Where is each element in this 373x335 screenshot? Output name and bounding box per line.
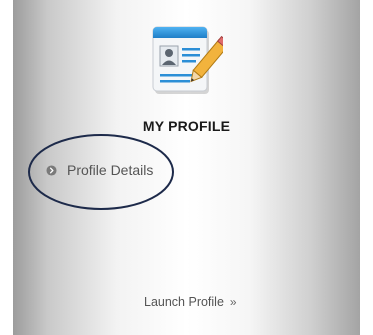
launch-profile-label: Launch Profile xyxy=(144,295,224,309)
circle-chevron-right-icon xyxy=(46,164,57,176)
screenshot-frame: MY PROFILE Profile Details Launch Profil… xyxy=(0,0,373,335)
card-title: MY PROFILE xyxy=(142,118,231,134)
menu-item-profile-details[interactable]: Profile Details xyxy=(46,162,153,178)
launch-profile-link[interactable]: Launch Profile » xyxy=(144,295,237,309)
menu-item-label: Profile Details xyxy=(67,162,154,178)
profile-card-pencil-icon xyxy=(152,26,223,94)
double-chevron-right-icon: » xyxy=(229,295,237,309)
